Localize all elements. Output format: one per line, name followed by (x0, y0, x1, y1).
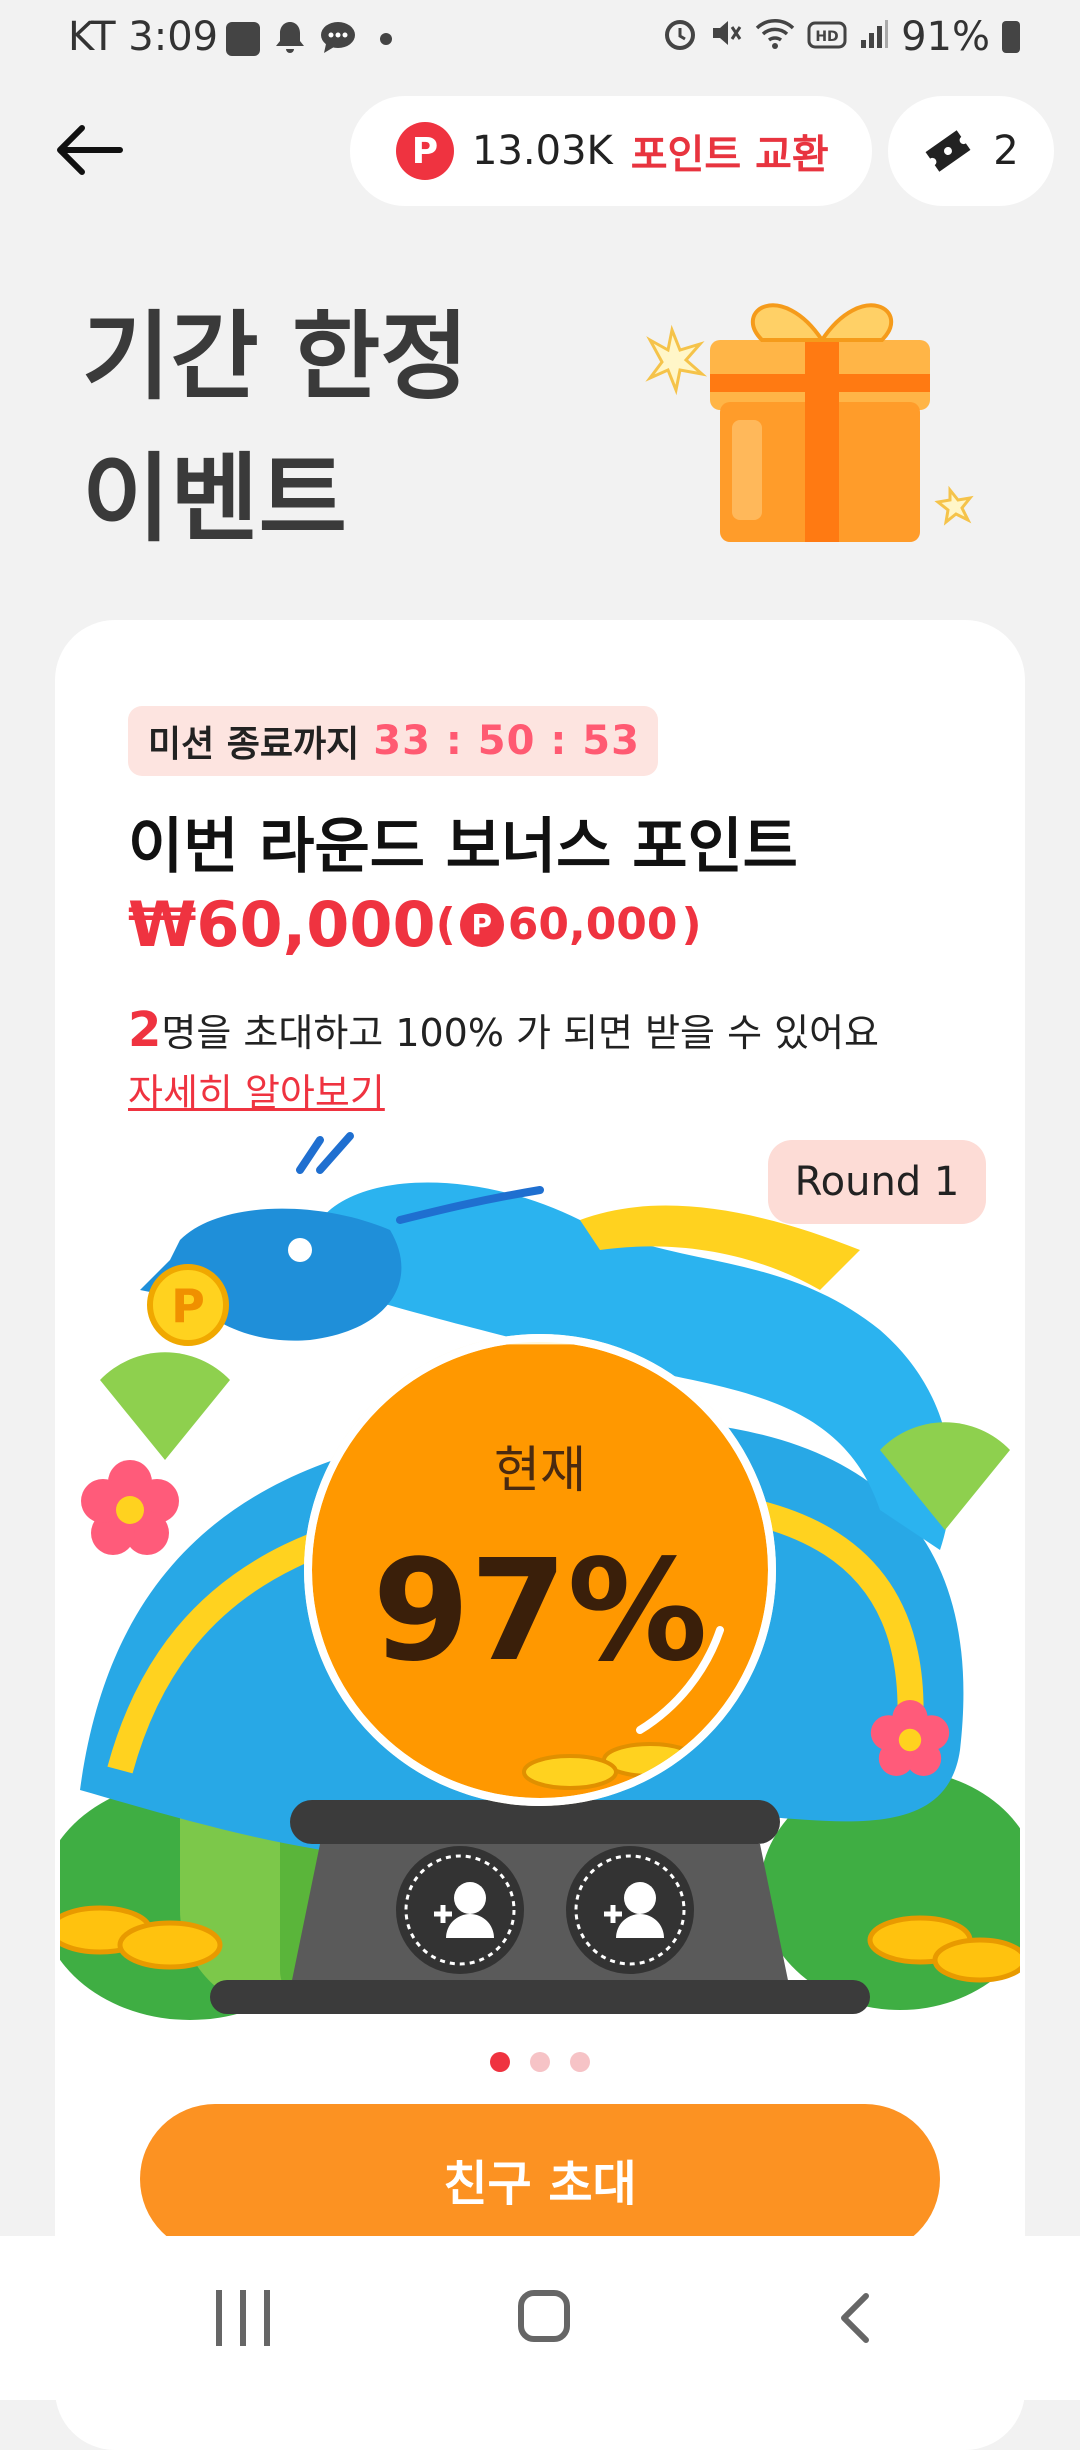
points-balance: 13.03K (472, 128, 613, 174)
page-title-line2: 이벤트 (82, 443, 347, 555)
recent-apps-button[interactable] (216, 2290, 270, 2346)
bonus-krw: ₩60,000 (128, 888, 436, 961)
status-bar: KT 3:09 HD 91% (0, 0, 1080, 80)
timer-countdown: 33 : 50 : 53 (373, 718, 640, 764)
points-exchange-link[interactable]: 포인트 교환 (631, 122, 829, 180)
point-coin-icon: P (396, 122, 454, 180)
progress-label: 현재 (494, 1441, 586, 1499)
battery-icon (1002, 21, 1020, 53)
bonus-paren-open: ( (435, 899, 456, 950)
mission-timer-chip: 미션 종료까지 33 : 50 : 53 (128, 706, 658, 776)
pager-dot[interactable] (530, 2052, 550, 2072)
status-notification-icons (226, 20, 392, 58)
invite-slots (396, 1846, 694, 1974)
bonus-paren-close: ) (681, 899, 702, 950)
progress-percent: 97% (372, 1530, 708, 1693)
invite-slot-1[interactable] (396, 1846, 524, 1974)
pager-dot[interactable] (570, 2052, 590, 2072)
bell-icon (274, 20, 306, 58)
timer-label: 미션 종료까지 (148, 724, 360, 765)
invite-requirement-text: 명을 초대하고 100% 가 되면 받을 수 있어요 (161, 1011, 879, 1055)
home-button[interactable] (518, 2290, 570, 2342)
learn-more-link[interactable]: 자세히 알아보기 (128, 1062, 385, 1117)
alarm-icon (663, 14, 697, 60)
invite-friend-button[interactable]: 친구 초대 (140, 2104, 940, 2254)
ticket-icon (925, 130, 971, 172)
ticket-pill[interactable]: 2 (888, 96, 1054, 206)
status-system-icons: HD 91% (663, 14, 1020, 60)
invite-count: 2 (128, 1002, 162, 1058)
signal-icon (859, 14, 889, 60)
wifi-icon (755, 14, 795, 60)
arrow-left-icon (57, 125, 123, 175)
page-title-line1: 기간 한정 (82, 301, 469, 413)
bonus-points-group: ( P 60,000 ) (436, 899, 702, 950)
invite-slot-2[interactable] (566, 1846, 694, 1974)
svg-text:P: P (171, 1279, 205, 1333)
back-button[interactable] (52, 110, 152, 190)
bonus-amount: ₩60,000 ( P 60,000 ) (128, 888, 702, 961)
battery-percent: 91% (901, 14, 990, 60)
invite-requirement: 2 명을 초대하고 100% 가 되면 받을 수 있어요 (128, 1002, 879, 1058)
pager-dot[interactable] (490, 2052, 510, 2072)
chat-icon (320, 20, 356, 58)
point-coin-icon: P (459, 902, 504, 947)
dot-icon (380, 33, 392, 45)
ticket-count: 2 (993, 128, 1019, 174)
gift-box-icon (645, 303, 974, 542)
bonus-points: 60,000 (507, 899, 678, 950)
hd-icon: HD (807, 14, 847, 60)
carousel-pager (0, 2052, 1080, 2072)
status-time: KT 3:09 (68, 14, 219, 60)
svg-text:HD: HD (815, 29, 838, 45)
mute-icon (709, 14, 743, 60)
round-badge: Round 1 (768, 1140, 986, 1224)
image-icon (226, 22, 260, 56)
bonus-title: 이번 라운드 보너스 포인트 (128, 812, 798, 882)
points-exchange-pill[interactable]: P 13.03K 포인트 교환 (350, 96, 872, 206)
system-back-button[interactable] (830, 2290, 886, 2346)
page-title: 기간 한정 이벤트 (82, 286, 469, 570)
